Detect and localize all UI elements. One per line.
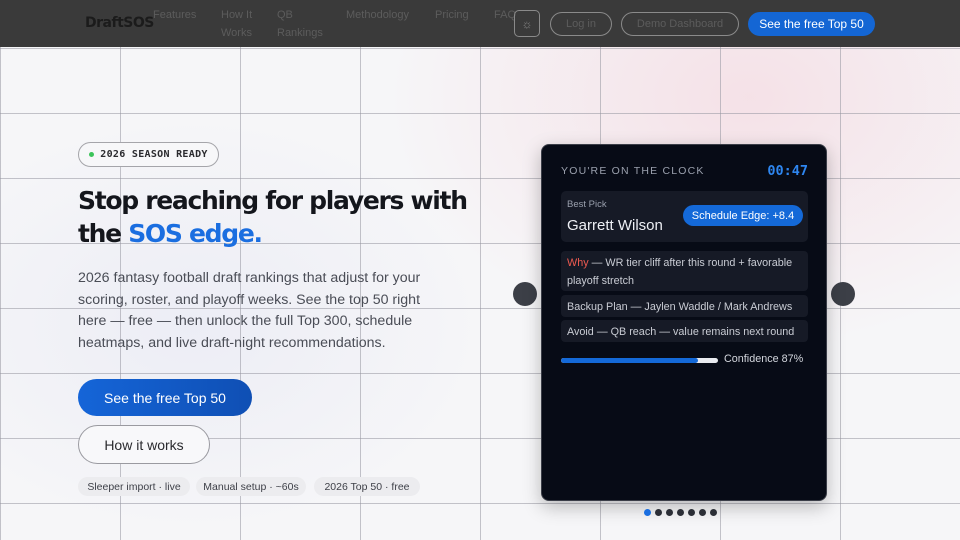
carousel-dot[interactable]: [644, 509, 651, 516]
brand-logo[interactable]: DraftSOS: [85, 15, 154, 31]
carousel-dot[interactable]: [710, 509, 717, 516]
best-pick-panel: Best Pick Garrett Wilson Schedule Edge: …: [561, 191, 808, 242]
carousel-dot[interactable]: [655, 509, 662, 516]
chip-top-50-free: 2026 Top 50 · free: [314, 477, 420, 496]
season-badge-label: 2026 SEASON READY: [100, 149, 208, 160]
carousel-dot[interactable]: [666, 509, 673, 516]
season-badge: 2026 SEASON READY: [78, 142, 219, 167]
hero-headline: Stop reaching for players with the SOS e…: [78, 184, 508, 250]
why-text: — WR tier cliff after this round + favor…: [567, 257, 793, 287]
carousel-prev-button[interactable]: [513, 282, 537, 306]
card-heading: YOU'RE ON THE CLOCK: [561, 165, 705, 177]
see-top-50-button[interactable]: See the free Top 50: [78, 379, 252, 416]
avoid-row: Avoid — QB reach — value remains next ro…: [561, 320, 808, 342]
nav-link-features[interactable]: Features: [153, 6, 196, 24]
sun-icon: ☼: [521, 16, 533, 31]
nav-link-pricing[interactable]: Pricing: [435, 6, 469, 24]
best-pick-label: Best Pick: [567, 199, 607, 210]
carousel-dots: [644, 509, 717, 516]
nav-link-qb-rankings[interactable]: QB Rankings: [277, 6, 323, 42]
backup-plan-row: Backup Plan — Jaylen Waddle / Mark Andre…: [561, 295, 808, 317]
pick-timer: 00:47: [767, 163, 808, 179]
top-nav: DraftSOS Features How It Works QB Rankin…: [0, 0, 960, 47]
carousel-dot[interactable]: [677, 509, 684, 516]
confidence-bar: [561, 358, 718, 363]
nav-cta-button[interactable]: See the free Top 50: [748, 12, 875, 36]
nav-link-methodology[interactable]: Methodology: [346, 6, 409, 24]
why-label: Why: [567, 257, 589, 269]
schedule-edge-badge: Schedule Edge: +8.4: [683, 205, 803, 226]
theme-toggle-button[interactable]: ☼: [514, 10, 540, 37]
status-dot: [89, 152, 95, 157]
why-row: Why — WR tier cliff after this round + f…: [561, 251, 808, 291]
best-pick-player: Garrett Wilson: [567, 217, 663, 234]
carousel-dot[interactable]: [688, 509, 695, 516]
confidence-bar-fill: [561, 358, 698, 363]
draft-clock-card: YOU'RE ON THE CLOCK 00:47 Best Pick Garr…: [541, 144, 827, 501]
nav-link-faq[interactable]: FAQ: [494, 6, 516, 24]
confidence-label: Confidence 87%: [724, 353, 804, 365]
how-it-works-button[interactable]: How it works: [78, 425, 210, 464]
nav-link-how-it-works[interactable]: How It Works: [221, 6, 252, 42]
carousel-next-button[interactable]: [831, 282, 855, 306]
carousel-dot[interactable]: [699, 509, 706, 516]
demo-dashboard-button[interactable]: Demo Dashboard: [621, 12, 739, 36]
login-button[interactable]: Log in: [550, 12, 612, 36]
chip-manual-setup: Manual setup · ~60s: [196, 477, 306, 496]
chip-sleeper-import: Sleeper import · live: [78, 477, 190, 496]
hero-subtext: 2026 fantasy football draft rankings tha…: [78, 270, 421, 351]
headline-accent: SOS edge.: [128, 219, 263, 248]
